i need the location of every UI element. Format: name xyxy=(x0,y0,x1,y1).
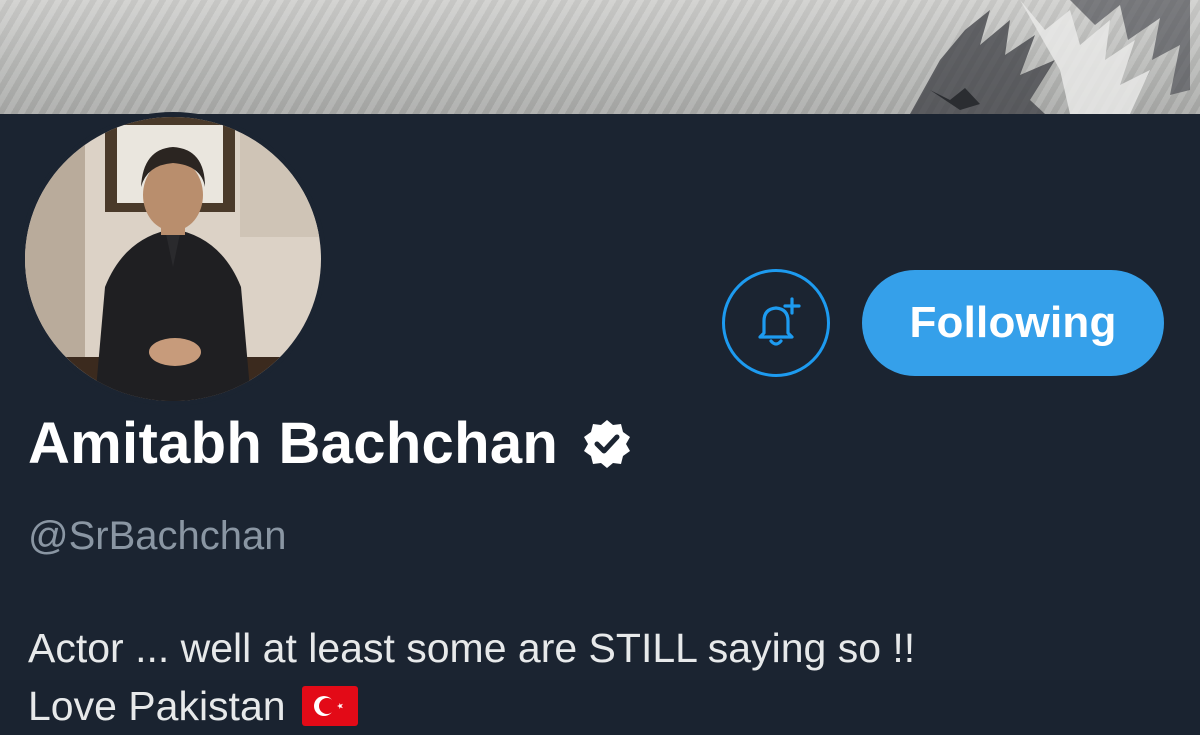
user-handle: @SrBachchan xyxy=(28,514,287,558)
bell-plus-icon xyxy=(758,297,801,346)
display-name: Amitabh Bachchan xyxy=(28,411,559,476)
profile-bio: Actor ... well at least some are STILL s… xyxy=(28,619,1178,735)
verified-badge-icon xyxy=(584,419,631,468)
banner-eagle-artwork xyxy=(910,0,1190,114)
avatar[interactable] xyxy=(20,112,326,406)
profile-panel: Following Amitabh Bachchan @SrBachchan A… xyxy=(0,112,1200,729)
bio-line-2: Love Pakistan xyxy=(28,683,286,729)
name-row: Amitabh Bachchan xyxy=(28,410,634,477)
notifications-button[interactable] xyxy=(722,269,830,377)
bio-line-1: Actor ... well at least some are STILL s… xyxy=(28,625,916,671)
following-button[interactable]: Following xyxy=(862,270,1164,376)
turkey-flag-icon xyxy=(301,686,358,726)
bio-line-2-wrap: Love Pakistan xyxy=(28,677,1178,735)
avatar-photo xyxy=(25,117,321,401)
header-banner xyxy=(0,0,1200,114)
